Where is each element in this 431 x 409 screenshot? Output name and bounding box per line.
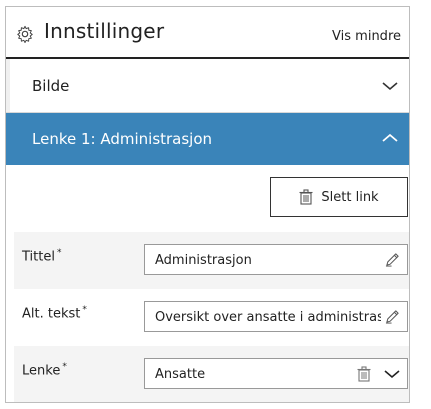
settings-header: Innstillinger Vis mindre — [6, 7, 409, 59]
section-accent — [6, 59, 10, 112]
pencil-icon[interactable] — [385, 309, 400, 324]
page-title: Innstillinger — [44, 19, 165, 43]
settings-panel: Innstillinger Vis mindre Bilde Lenke 1: … — [5, 6, 410, 403]
field-label-alt-tekst: Alt. tekst * — [22, 305, 87, 322]
lenke-select[interactable]: Ansatte — [144, 358, 408, 389]
field-row-tittel: Tittel * Administrasjon — [14, 232, 409, 289]
chevron-up-icon[interactable] — [381, 132, 399, 144]
trash-icon — [299, 189, 313, 205]
field-label-lenke: Lenke * — [22, 362, 67, 379]
field-label-tittel: Tittel * — [22, 248, 62, 265]
field-row-alt-tekst: Alt. tekst * Oversikt over ansatte i admi… — [14, 289, 409, 346]
section-bilde-label: Bilde — [32, 77, 70, 95]
chevron-down-icon[interactable] — [384, 369, 400, 379]
show-less-link[interactable]: Vis mindre — [332, 29, 401, 44]
pencil-icon[interactable] — [385, 252, 400, 267]
lenke-value: Ansatte — [155, 367, 206, 382]
section-bilde-header[interactable]: Bilde — [6, 59, 409, 113]
tittel-value: Administrasjon — [155, 253, 252, 268]
chevron-down-icon[interactable] — [381, 80, 399, 92]
alt-tekst-value: Oversikt over ansatte i administrasjonen — [155, 310, 381, 325]
delete-link-button[interactable]: Slett link — [270, 177, 408, 217]
trash-icon[interactable] — [357, 366, 371, 382]
gear-icon — [17, 25, 33, 43]
field-row-lenke: Lenke * Ansatte — [14, 346, 409, 402]
tittel-input[interactable]: Administrasjon — [144, 244, 408, 275]
delete-link-label: Slett link — [321, 189, 379, 205]
section-lenke-header[interactable]: Lenke 1: Administrasjon — [6, 113, 409, 165]
alt-tekst-input[interactable]: Oversikt over ansatte i administrasjonen — [144, 301, 408, 332]
section-lenke-label: Lenke 1: Administrasjon — [32, 130, 213, 148]
